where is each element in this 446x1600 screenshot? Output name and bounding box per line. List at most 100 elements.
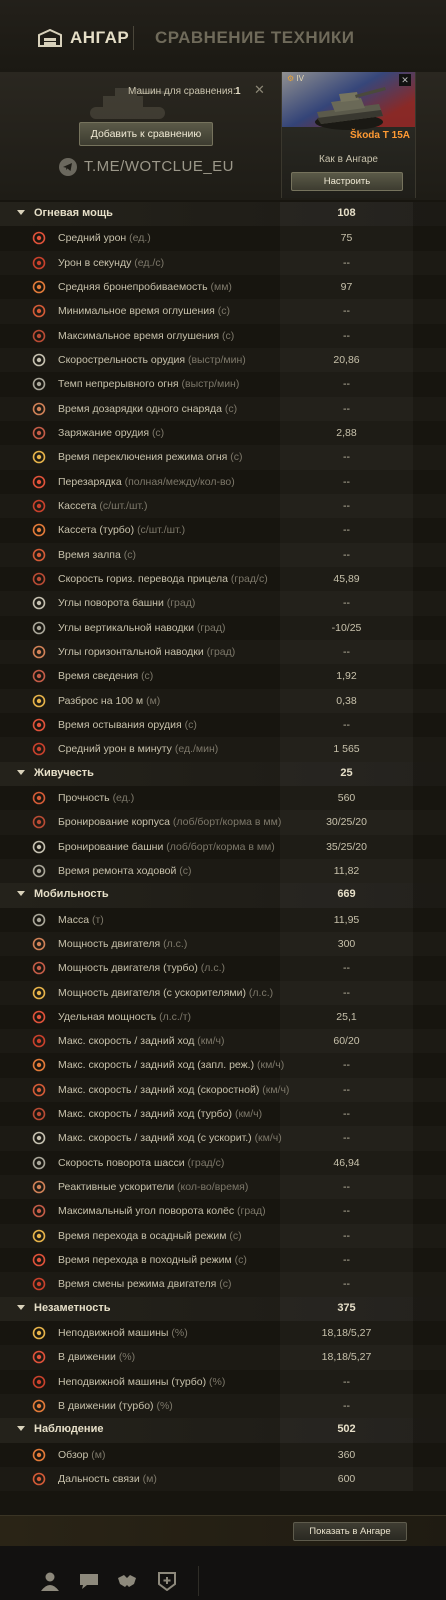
stat-unit: (с/шт./шт.): [137, 524, 186, 537]
stat-label: Заряжание орудия (с): [58, 427, 164, 439]
section-score: 669: [337, 888, 356, 901]
section-header[interactable]: Наблюдение 502: [0, 1418, 446, 1443]
stat-label-text: Время ремонта ходовой: [58, 864, 177, 877]
collapse-arrow-icon[interactable]: [17, 1426, 25, 1432]
clan-icon[interactable]: [117, 1571, 137, 1591]
stat-label-text: Время перехода в осадный режим: [58, 1229, 227, 1242]
speed-boost-icon: [32, 1132, 46, 1145]
compare-count-label: Машин для сравнения:: [128, 86, 236, 97]
stat-unit: (град): [237, 1205, 266, 1218]
stat-value: --: [343, 1229, 350, 1242]
configure-button[interactable]: Настроить: [291, 172, 403, 191]
fire-mode-switch-icon: [32, 450, 46, 464]
stat-unit: (с): [234, 1254, 247, 1267]
engine-turbo-icon: [32, 961, 46, 975]
section-header[interactable]: Незаметность 375: [0, 1296, 446, 1322]
speed-fast-icon: [32, 1083, 46, 1097]
section-title: Живучесть: [34, 766, 94, 779]
stat-label-text: Время дозарядки одного снаряда: [58, 402, 222, 415]
stat-label-text: Время сведения: [58, 670, 139, 683]
stat-label-text: Перезарядка: [58, 475, 122, 488]
stat-row: Масса (т) 11,95: [0, 908, 446, 932]
reload-icon: [32, 426, 46, 440]
stat-label: Дальность связи (м): [58, 1473, 157, 1485]
stat-row: Углы вертикальной наводки (град) -10/25: [0, 616, 446, 640]
specific-power-icon: [32, 1010, 46, 1024]
stat-row: Максимальный угол поворота колёс (град) -…: [0, 1199, 446, 1223]
hangar-tab[interactable]: АНГАР: [70, 28, 129, 48]
stat-label-text: Темп непрерывного огня: [58, 378, 179, 391]
stat-value: --: [343, 1254, 350, 1267]
add-to-compare-button[interactable]: Добавить к сравнению: [79, 122, 213, 146]
stat-label-text: Заряжание орудия: [58, 426, 150, 439]
stat-unit: (град): [196, 621, 226, 634]
hull-armor-icon: [32, 815, 46, 829]
stat-label-text: Максимальное время оглушения: [58, 329, 220, 342]
stat-label: Масса (т): [58, 914, 104, 926]
stat-unit: (мм): [210, 280, 232, 293]
bottom-taskbar: [0, 1546, 446, 1600]
collapse-arrow-icon[interactable]: [17, 769, 25, 775]
stat-unit: (ед.): [112, 791, 135, 804]
chat-icon[interactable]: [79, 1571, 99, 1591]
section-title: Наблюдение: [34, 1423, 104, 1436]
speed-turbo-icon: [32, 1107, 46, 1121]
clear-compare-icon[interactable]: ✕: [254, 82, 265, 98]
stat-label: Время дозарядки одного снаряда (с): [58, 403, 237, 415]
section-header[interactable]: Живучесть 25: [0, 761, 446, 786]
vehicle-card[interactable]: ⚙ IV ✕ Škoda T 15A Как в Ангаре Настроит…: [281, 72, 416, 198]
stat-value: --: [343, 718, 350, 731]
stat-label-text: Средний урон в минуту: [58, 743, 172, 756]
stat-label-text: Обзор: [58, 1448, 89, 1461]
stat-row: Бронирование башни (лоб/борт/корма в мм)…: [0, 835, 446, 859]
stat-unit: (град): [206, 645, 236, 658]
stat-unit: (с): [224, 402, 238, 415]
collapse-arrow-icon[interactable]: [17, 210, 25, 215]
stat-label-text: Мощность двигателя (с ускорителями): [58, 986, 246, 999]
collapse-arrow-icon[interactable]: [17, 1304, 25, 1310]
stat-unit: (град/с): [187, 1156, 225, 1169]
stat-row: Скорость гориз. перевода прицела (град/с…: [0, 567, 446, 591]
stat-unit: (ед./с): [134, 256, 165, 269]
show-in-hangar-button[interactable]: Показать в Ангаре: [293, 1522, 407, 1541]
stat-row: Время перехода в походный режим (с) --: [0, 1248, 446, 1272]
profile-icon[interactable]: [40, 1571, 60, 1591]
stat-value: --: [343, 1181, 350, 1194]
compare-tab[interactable]: СРАВНЕНИЕ ТЕХНИКИ: [155, 28, 355, 48]
max-stun-icon: [32, 329, 46, 342]
stat-label: Макс. скорость / задний ход (км/ч): [58, 1035, 224, 1047]
stat-value: --: [343, 986, 350, 999]
missions-icon[interactable]: [157, 1571, 177, 1591]
stat-unit: (полная/между/кол-во): [124, 475, 235, 488]
stat-value: 560: [337, 791, 356, 804]
top-navigation: АНГАР СРАВНЕНИЕ ТЕХНИКИ: [0, 0, 446, 73]
stat-label: Скорострельность орудия (выстр/мин): [58, 354, 246, 366]
stat-label: Время смены режима двигателя (с): [58, 1278, 231, 1290]
stat-unit: (град/с): [230, 572, 268, 585]
hull-traverse-icon: [32, 1156, 46, 1170]
stat-label: Углы горизонтальной наводки (град): [58, 646, 235, 658]
stat-value: 75: [340, 232, 353, 245]
turret-rotation-icon: [32, 596, 46, 610]
stat-row: Заряжание орудия (с) 2,88: [0, 421, 446, 445]
stat-unit: (лоб/борт/корма в мм): [166, 840, 275, 853]
stat-unit: (град): [166, 597, 196, 610]
compare-count-value: 1: [235, 86, 241, 97]
collapse-arrow-icon[interactable]: [17, 891, 25, 897]
stat-label: Мощность двигателя (турбо) (л.с.): [58, 962, 225, 974]
stat-label: Макс. скорость / задний ход (скоростной)…: [58, 1084, 289, 1096]
stat-value: --: [343, 524, 350, 537]
stat-value: --: [343, 645, 350, 658]
stat-label-text: Масса: [58, 913, 90, 926]
hangar-icon[interactable]: [38, 29, 62, 47]
stat-value: 11,82: [333, 864, 360, 877]
section-score: 25: [340, 766, 353, 779]
stat-row: Минимальное время оглушения (с) --: [0, 299, 446, 323]
section-score: 108: [337, 207, 356, 219]
clip-icon: [32, 499, 46, 513]
stat-unit: (с): [230, 451, 243, 464]
section-header[interactable]: Огневая мощь 108: [0, 202, 446, 227]
cooldown-icon: [32, 718, 46, 732]
remove-vehicle-icon[interactable]: ✕: [399, 74, 411, 86]
section-header[interactable]: Мобильность 669: [0, 883, 446, 908]
